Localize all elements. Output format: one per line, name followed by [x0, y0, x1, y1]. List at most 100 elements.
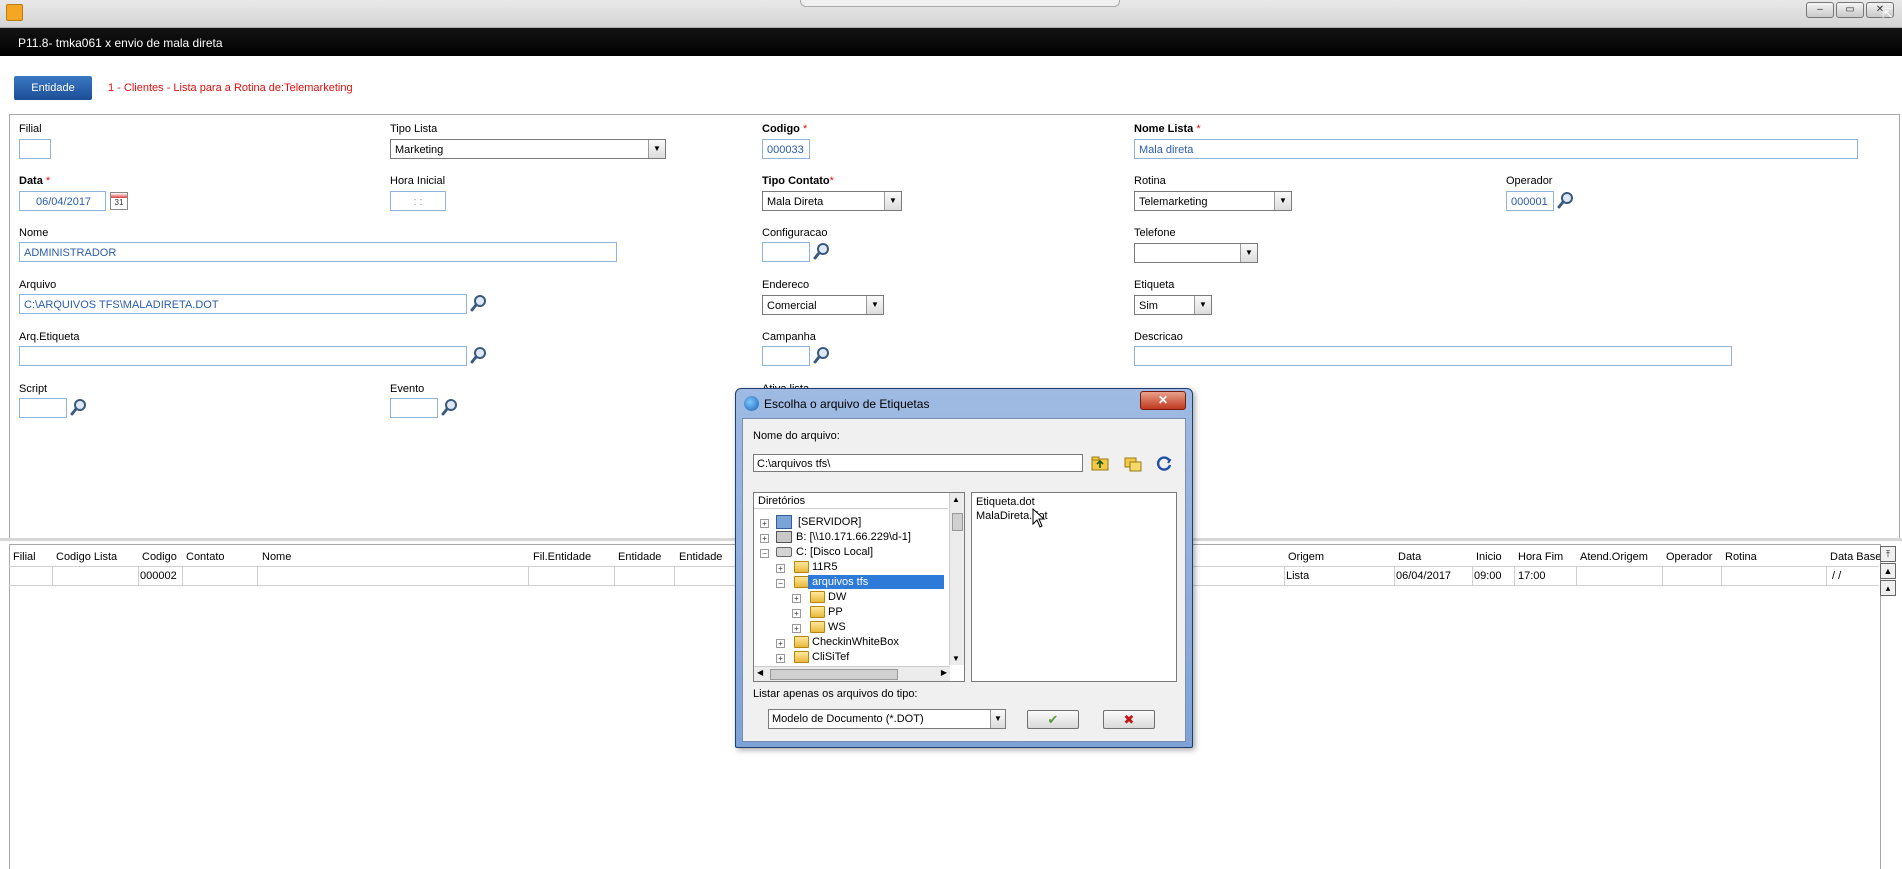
tree-node-clisitef[interactable]: CliSiTef — [812, 650, 849, 664]
filial-field[interactable] — [19, 139, 51, 159]
scroll-up-icon[interactable]: ▲ — [1880, 563, 1896, 579]
col-header-operador[interactable]: Operador — [1666, 551, 1712, 563]
search-icon[interactable] — [813, 242, 831, 260]
col-header-hora-fim[interactable]: Hora Fim — [1518, 551, 1563, 563]
cancel-button[interactable]: ✖ — [1103, 710, 1155, 729]
nome-field[interactable]: ADMINISTRADOR — [19, 242, 617, 262]
col-header-data[interactable]: Data — [1398, 551, 1421, 563]
chevron-down-icon[interactable]: ▼ — [1274, 192, 1291, 210]
expand-icon[interactable]: + — [760, 519, 769, 528]
configuracao-field[interactable] — [762, 242, 810, 262]
calendar-icon[interactable]: 31 — [110, 192, 128, 210]
scroll-left-icon[interactable]: ◀ — [757, 668, 763, 677]
script-field[interactable] — [19, 398, 67, 418]
tree-node-servidor[interactable]: [SERVIDOR] — [798, 515, 861, 529]
file-list[interactable]: Etiqueta.dot MalaDireta.dot — [971, 492, 1177, 682]
col-header-filial[interactable]: Filial — [13, 551, 36, 563]
chevron-down-icon[interactable]: ▼ — [1194, 296, 1211, 314]
parent-folder-icon[interactable] — [1091, 454, 1109, 472]
tree-node-checkinwhitebox[interactable]: CheckinWhiteBox — [812, 635, 899, 649]
col-header-inicio[interactable]: Inicio — [1476, 551, 1502, 563]
tree-node-drive-b[interactable]: B: [\\10.171.66.229\d-1] — [796, 530, 911, 544]
telefone-select[interactable]: ▼ — [1134, 243, 1258, 263]
tree-node-drive-c[interactable]: C: [Disco Local] — [796, 545, 873, 559]
nome-lista-field[interactable]: Mala direta — [1134, 139, 1858, 159]
chevron-down-icon[interactable]: ▼ — [1240, 244, 1257, 262]
scroll-thumb[interactable] — [770, 669, 898, 680]
scroll-top-icon[interactable]: ⤒ — [1880, 546, 1896, 562]
etiqueta-select[interactable]: Sim ▼ — [1134, 295, 1212, 315]
expand-icon[interactable]: + — [760, 534, 769, 543]
file-item-etiqueta[interactable]: Etiqueta.dot — [976, 496, 1035, 508]
chevron-down-icon[interactable]: ▼ — [990, 710, 1005, 728]
rotina-select[interactable]: Telemarketing ▼ — [1134, 191, 1292, 211]
col-header-origem[interactable]: Origem — [1288, 551, 1324, 563]
expand-icon[interactable]: + — [776, 639, 785, 648]
cell-data-base[interactable]: / / — [1832, 570, 1841, 582]
chevron-down-icon[interactable]: ▼ — [884, 192, 901, 210]
scroll-down-icon[interactable]: ▼ — [952, 654, 960, 663]
collapse-icon[interactable]: − — [776, 579, 785, 588]
search-icon[interactable] — [470, 294, 488, 312]
tree-node-arquivos-tfs[interactable]: arquivos tfs — [808, 575, 944, 589]
search-icon[interactable] — [470, 346, 488, 364]
tree-vertical-scrollbar[interactable]: ▲ ▼ — [949, 493, 964, 665]
search-icon[interactable] — [70, 398, 88, 416]
col-header-atend-origem[interactable]: Atend.Origem — [1580, 551, 1648, 563]
tree-node-pp[interactable]: PP — [828, 605, 843, 619]
col-header-codigo[interactable]: Codigo — [142, 551, 177, 563]
tree-node-ws[interactable]: WS — [828, 620, 846, 634]
evento-field[interactable] — [390, 398, 438, 418]
cell-hora-fim[interactable]: 17:00 — [1518, 570, 1546, 582]
expand-icon[interactable]: + — [776, 564, 785, 573]
search-icon[interactable] — [813, 346, 831, 364]
cell-data[interactable]: 06/04/2017 — [1396, 570, 1451, 582]
col-header-contato[interactable]: Contato — [186, 551, 225, 563]
arq-etiqueta-field[interactable] — [19, 346, 467, 366]
scroll-up-icon[interactable]: ▲ — [952, 495, 960, 504]
col-header-entidade-2[interactable]: Entidade — [679, 551, 722, 563]
operador-field[interactable]: 000001 — [1506, 191, 1554, 211]
expand-icon[interactable]: + — [792, 624, 801, 633]
col-header-codigo-lista[interactable]: Codigo Lista — [56, 551, 117, 563]
hora-inicial-field[interactable]: : : — [390, 191, 446, 211]
tipo-lista-select[interactable]: Marketing ▼ — [390, 139, 666, 159]
search-icon[interactable] — [1557, 191, 1575, 209]
expand-icon[interactable]: + — [792, 609, 801, 618]
scroll-right-icon[interactable]: ▶ — [941, 668, 947, 677]
tab-handle[interactable] — [800, 0, 1120, 7]
chevron-down-icon[interactable]: ▼ — [648, 140, 665, 158]
tree-node-11r5[interactable]: 11R5 — [812, 560, 837, 574]
ok-button[interactable]: ✔ — [1027, 710, 1079, 729]
cell-codigo[interactable]: 000002 — [140, 570, 177, 582]
tipo-contato-select[interactable]: Mala Direta ▼ — [762, 191, 902, 211]
col-header-fil-entidade[interactable]: Fil.Entidade — [533, 551, 591, 563]
grid-scrollbar[interactable]: ⤒ ▲ ▴ — [1880, 546, 1898, 868]
dialog-close-button[interactable]: ✕ — [1140, 391, 1186, 410]
col-header-data-base[interactable]: Data Base — [1830, 551, 1881, 563]
expand-icon[interactable]: + — [776, 654, 785, 663]
tree-node-dw[interactable]: DW — [828, 590, 846, 604]
scroll-thumb[interactable] — [952, 513, 963, 531]
chevron-down-icon[interactable]: ▼ — [866, 296, 883, 314]
file-type-select[interactable]: Modelo de Documento (*.DOT) ▼ — [768, 709, 1006, 729]
descricao-field[interactable] — [1134, 346, 1732, 366]
search-icon[interactable] — [441, 398, 459, 416]
scroll-up-small-icon[interactable]: ▴ — [1880, 580, 1896, 596]
minimize-button[interactable]: – — [1806, 2, 1834, 18]
cell-inicio[interactable]: 09:00 — [1474, 570, 1502, 582]
collapse-icon[interactable]: − — [760, 549, 769, 558]
arquivo-field[interactable]: C:\ARQUIVOS TFS\MALADIRETA.DOT — [19, 294, 467, 314]
col-header-entidade[interactable]: Entidade — [618, 551, 661, 563]
cell-origem[interactable]: Lista — [1286, 570, 1309, 582]
campanha-field[interactable] — [762, 346, 810, 366]
path-input[interactable]: C:\arquivos tfs\ — [753, 454, 1083, 472]
codigo-field[interactable]: 000033 — [762, 139, 810, 159]
data-field[interactable]: 06/04/2017 — [19, 191, 106, 211]
tree-horizontal-scrollbar[interactable]: ◀ ▶ — [754, 666, 950, 681]
expand-icon[interactable]: + — [792, 594, 801, 603]
expand-icon[interactable]: ⇱ — [1882, 7, 1896, 21]
col-header-rotina[interactable]: Rotina — [1725, 551, 1757, 563]
endereco-select[interactable]: Comercial ▼ — [762, 295, 884, 315]
col-header-nome[interactable]: Nome — [262, 551, 291, 563]
